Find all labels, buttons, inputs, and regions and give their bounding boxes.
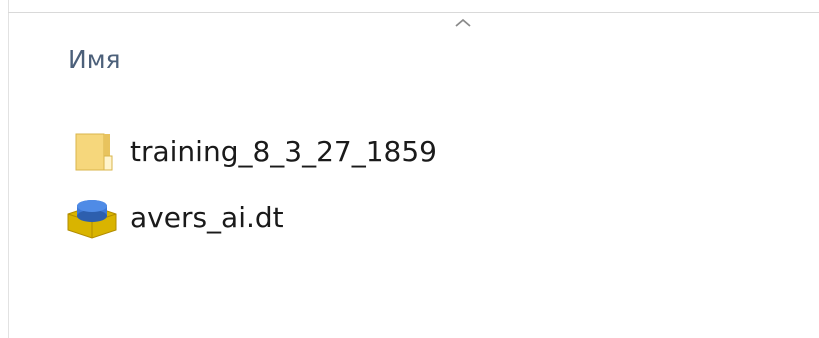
database-file-icon — [62, 192, 122, 242]
file-name: training_8_3_27_1859 — [130, 134, 437, 168]
file-name: avers_ai.dt — [130, 200, 284, 234]
column-header-name[interactable]: Имя — [68, 42, 121, 78]
chevron-up-icon[interactable] — [451, 14, 475, 30]
list-item[interactable]: training_8_3_27_1859 — [62, 126, 437, 176]
file-list-pane: Имя training_8_3_27_1859 avers_ai.dt — [0, 0, 819, 338]
pane-left-border — [8, 0, 9, 338]
folder-icon — [62, 126, 122, 176]
list-item[interactable]: avers_ai.dt — [62, 192, 284, 242]
header-separator — [8, 12, 819, 13]
